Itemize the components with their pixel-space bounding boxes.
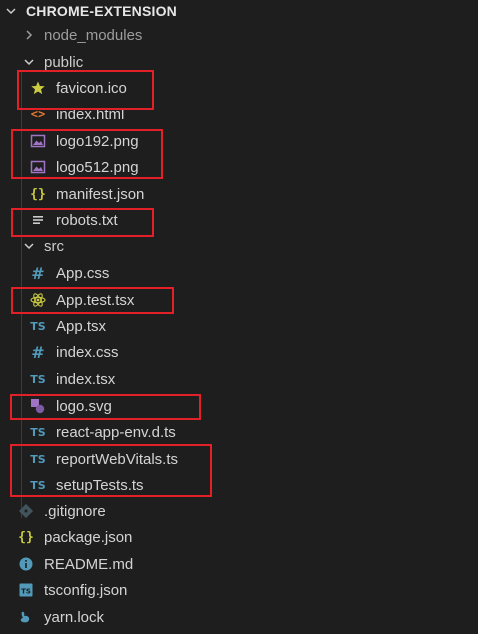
text-file-icon bbox=[30, 212, 46, 228]
info-icon bbox=[18, 556, 34, 572]
tree-item-label: src bbox=[44, 237, 64, 255]
file-explorer: CHROME-EXTENSION node_modules public fav… bbox=[0, 0, 478, 634]
tree-item-file[interactable]: logo512.png bbox=[0, 154, 478, 181]
tree-item-file[interactable]: yarn.lock bbox=[0, 604, 478, 631]
tree-item-label: index.css bbox=[56, 343, 119, 361]
tree-item-label: index.tsx bbox=[56, 370, 116, 388]
typescript-icon: TS bbox=[30, 478, 46, 492]
tree-item-file[interactable]: logo.svg bbox=[0, 393, 478, 420]
chevron-down-icon bbox=[22, 239, 36, 253]
explorer-root-label: CHROME-EXTENSION bbox=[26, 3, 177, 20]
yarn-icon bbox=[18, 609, 34, 625]
tree-item-file[interactable]: TS reportWebVitals.ts bbox=[0, 446, 478, 473]
tree-item-file[interactable]: TS App.tsx bbox=[0, 313, 478, 340]
tree-item-label: node_modules bbox=[44, 26, 143, 44]
tree-item-file[interactable]: README.md bbox=[0, 551, 478, 578]
tree-item-file[interactable]: # index.css bbox=[0, 339, 478, 366]
image-icon bbox=[30, 133, 46, 149]
typescript-icon: TS bbox=[30, 319, 46, 333]
explorer-root-header[interactable]: CHROME-EXTENSION bbox=[0, 0, 478, 25]
tree-item-file[interactable]: <> index.html bbox=[0, 101, 478, 128]
html-icon: <> bbox=[30, 107, 46, 122]
chevron-down-icon bbox=[22, 55, 36, 69]
svg-file-icon bbox=[30, 398, 46, 414]
tree-item-label: logo.svg bbox=[56, 397, 112, 415]
tree-item-label: public bbox=[44, 53, 84, 71]
css-icon: # bbox=[31, 342, 45, 362]
star-icon bbox=[30, 80, 46, 96]
tree-item-label: tsconfig.json bbox=[44, 581, 128, 599]
tree-item-file[interactable]: App.test.tsx bbox=[0, 287, 478, 314]
tree-item-file[interactable]: favicon.ico bbox=[0, 75, 478, 102]
tree-item-label: manifest.json bbox=[56, 185, 145, 203]
tree-item-file[interactable]: logo192.png bbox=[0, 128, 478, 155]
tree-item-public-folder[interactable]: public bbox=[0, 49, 478, 76]
tree-item-label: package.json bbox=[44, 528, 133, 546]
tree-item-node-modules[interactable]: node_modules bbox=[0, 22, 478, 49]
tree-item-file[interactable]: TS index.tsx bbox=[0, 366, 478, 393]
image-icon bbox=[30, 159, 46, 175]
tree-item-file[interactable]: TS react-app-env.d.ts bbox=[0, 419, 478, 446]
tree-item-label: README.md bbox=[44, 555, 134, 573]
tree-item-label: index.html bbox=[56, 105, 125, 123]
tree-item-label: App.tsx bbox=[56, 317, 107, 335]
tree-item-file[interactable]: {} manifest.json bbox=[0, 181, 478, 208]
tree-item-label: .gitignore bbox=[44, 502, 106, 520]
tree-item-label: setupTests.ts bbox=[56, 476, 144, 494]
tree-item-file[interactable]: {} package.json bbox=[0, 524, 478, 551]
tree-item-label: robots.txt bbox=[56, 211, 118, 229]
typescript-icon: TS bbox=[30, 425, 46, 439]
tree-item-label: App.test.tsx bbox=[56, 291, 135, 309]
tree-item-file[interactable]: # App.css bbox=[0, 260, 478, 287]
tree-item-file[interactable]: robots.txt bbox=[0, 207, 478, 234]
tree-item-file[interactable]: TS tsconfig.json bbox=[0, 577, 478, 604]
tsconfig-icon: TS bbox=[18, 582, 34, 598]
tree-item-label: yarn.lock bbox=[44, 608, 105, 626]
tree-item-label: App.css bbox=[56, 264, 110, 282]
css-icon: # bbox=[31, 263, 45, 283]
tree-item-label: react-app-env.d.ts bbox=[56, 423, 176, 441]
chevron-down-icon bbox=[4, 4, 18, 18]
tree-item-label: logo512.png bbox=[56, 158, 139, 176]
svg-text:TS: TS bbox=[21, 588, 31, 596]
chevron-right-icon bbox=[22, 28, 36, 42]
tree-item-file[interactable]: TS setupTests.ts bbox=[0, 472, 478, 499]
tree-item-label: favicon.ico bbox=[56, 79, 127, 97]
tree-item-label: logo192.png bbox=[56, 132, 139, 150]
typescript-icon: TS bbox=[30, 372, 46, 386]
tree-item-file[interactable]: .gitignore bbox=[0, 498, 478, 525]
tree-item-src-folder[interactable]: src bbox=[0, 233, 478, 260]
json-icon: {} bbox=[30, 186, 46, 202]
react-icon bbox=[30, 292, 46, 308]
json-icon: {} bbox=[18, 529, 34, 545]
git-icon bbox=[18, 503, 34, 519]
tree-item-label: reportWebVitals.ts bbox=[56, 450, 178, 468]
typescript-icon: TS bbox=[30, 452, 46, 466]
